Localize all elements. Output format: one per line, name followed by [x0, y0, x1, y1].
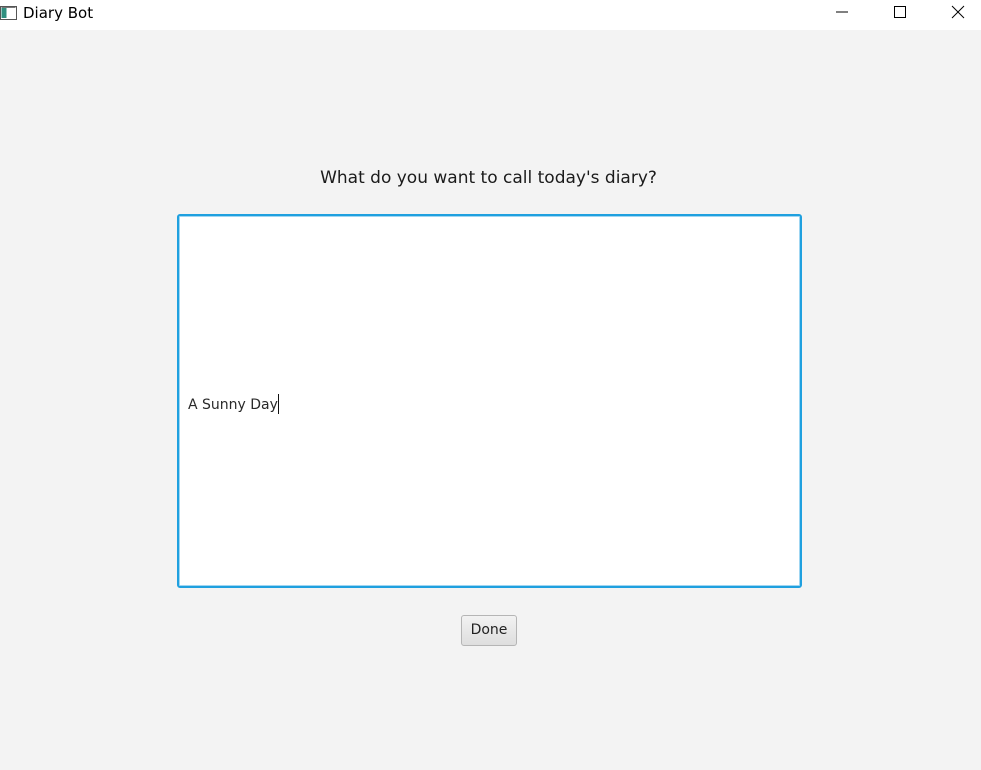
- minimize-icon: [836, 11, 848, 13]
- minimize-button[interactable]: [813, 0, 871, 30]
- maximize-button[interactable]: [871, 0, 929, 30]
- diary-title-text: A Sunny Day: [188, 397, 278, 413]
- main-content: What do you want to call today's diary? …: [0, 30, 981, 770]
- title-bar[interactable]: Diary Bot: [0, 0, 981, 30]
- window-title: Diary Bot: [23, 4, 94, 22]
- window-app-icon: [0, 5, 17, 20]
- close-icon: [951, 5, 965, 19]
- done-button[interactable]: Done: [461, 615, 517, 646]
- maximize-icon: [894, 6, 906, 18]
- diary-title-value: A Sunny Day: [188, 394, 279, 414]
- text-caret: [277, 394, 279, 414]
- diary-title-input[interactable]: A Sunny Day: [177, 214, 802, 588]
- diary-bot-window: Diary Bot What do you want to call today…: [0, 0, 981, 770]
- close-button[interactable]: [929, 0, 981, 30]
- diary-title-prompt: What do you want to call today's diary?: [320, 168, 657, 188]
